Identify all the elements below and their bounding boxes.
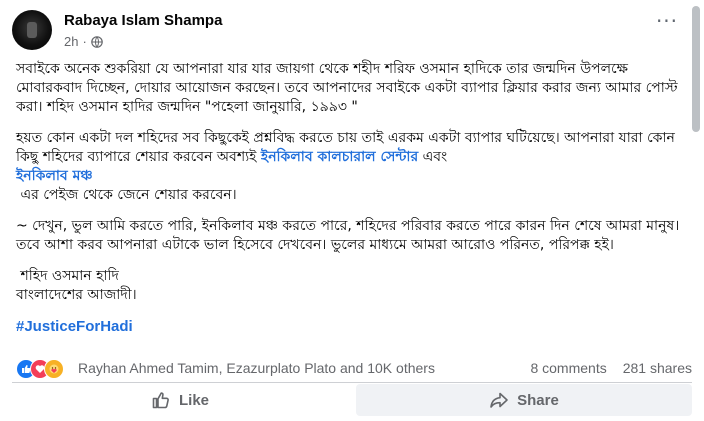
post-text: এর পেইজ থেকে জেনে শেয়ার করবেন। [16, 187, 237, 203]
post-body: সবাইকে অনেক শুকরিয়া যে আপনারা যার যার জ… [16, 60, 686, 337]
facebook-post: Rabaya Islam Shampa 2h · ··· সবাইকে অনেক… [0, 0, 704, 421]
share-label: Share [517, 391, 559, 409]
like-label: Like [178, 391, 209, 409]
like-button[interactable]: Like [12, 384, 348, 416]
globe-icon [91, 35, 103, 48]
scrollbar[interactable] [692, 6, 700, 132]
share-button[interactable]: Share [356, 384, 692, 416]
hashtag-line: #JusticeForHadi [16, 317, 686, 337]
share-icon [490, 392, 508, 408]
post-paragraph: সবাইকে অনেক শুকরিয়া যে আপনারা যার যার জ… [16, 61, 683, 115]
reaction-icons[interactable] [16, 359, 76, 379]
author-name[interactable]: Rabaya Islam Shampa [64, 12, 222, 29]
engagement-counts: 8 comments 281 shares [530, 360, 692, 376]
signature-line: বাংলাদেশের আজাদী। [16, 287, 137, 303]
action-bar: Like Share [12, 384, 692, 416]
avatar[interactable] [12, 10, 52, 50]
more-options-icon[interactable]: ··· [652, 11, 682, 34]
divider [12, 382, 692, 383]
post-text: এবং [418, 149, 452, 165]
post-header: Rabaya Islam Shampa 2h · ··· [12, 8, 682, 52]
page-link[interactable]: ইনকিলাব কালচারাল সেন্টার [261, 149, 418, 165]
post-signature: শহিদ ওসমান হাদি বাংলাদেশের আজাদী। [16, 267, 686, 305]
post-time[interactable]: 2h [64, 34, 78, 49]
comments-count[interactable]: 8 comments [530, 360, 606, 376]
shares-count[interactable]: 281 shares [623, 360, 692, 376]
post-meta: 2h · [64, 34, 103, 49]
post-paragraph: হয়ত কোন একটা দল শহিদের সব কিছুকেই প্রশ্… [16, 129, 686, 205]
signature-line: শহিদ ওসমান হাদি [16, 268, 119, 284]
thumbs-up-icon [152, 392, 169, 409]
hashtag-link[interactable]: #JusticeForHadi [16, 318, 133, 335]
care-reaction-icon [44, 359, 64, 379]
page-link[interactable]: ইনকিলাব মঞ্চ [16, 168, 93, 184]
reactor-names[interactable]: Rayhan Ahmed Tamim, Ezazurplato Plato an… [78, 360, 435, 376]
post-paragraph: ~ দেখুন, ভুল আমি করতে পারি, ইনকিলাব মঞ্চ… [16, 218, 684, 253]
reactions-summary: Rayhan Ahmed Tamim, Ezazurplato Plato an… [16, 358, 692, 380]
